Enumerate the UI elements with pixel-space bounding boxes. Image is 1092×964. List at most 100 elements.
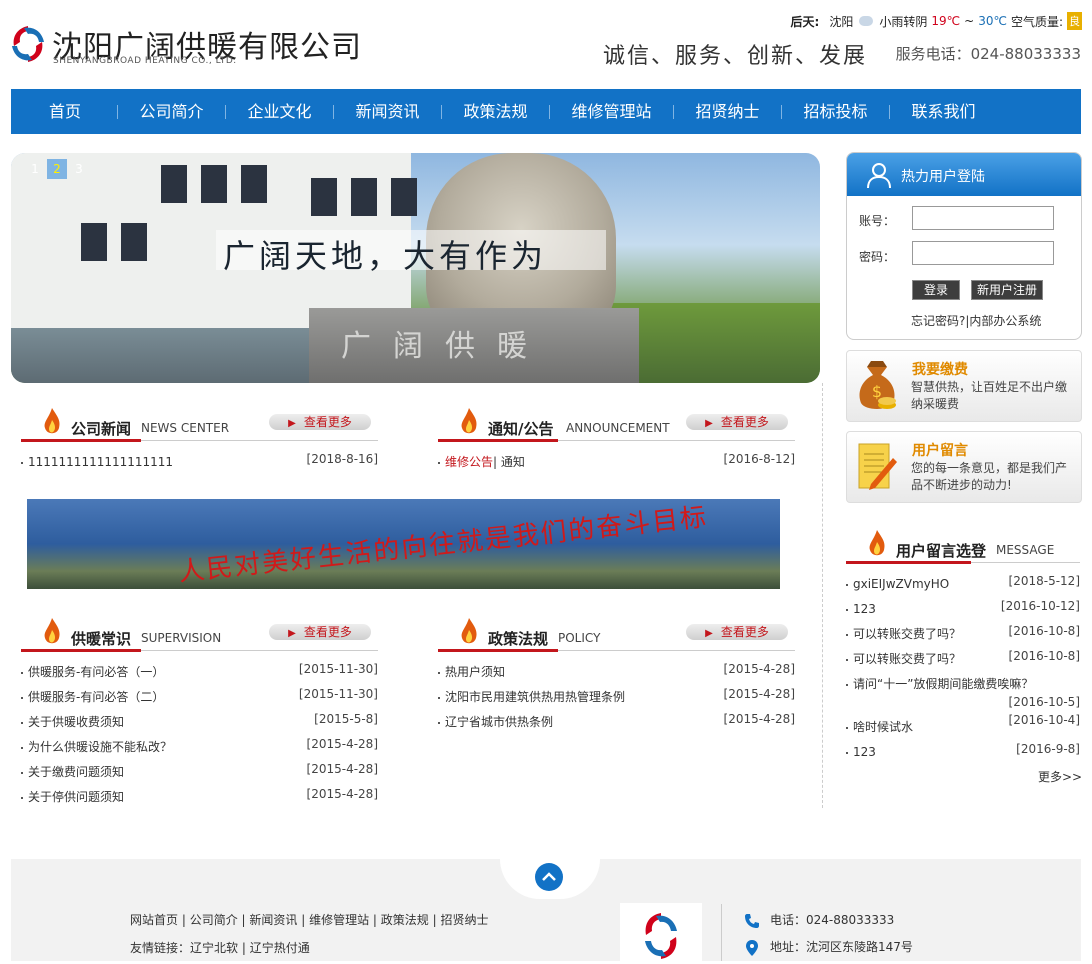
list-item[interactable]: 123 [2016-9-8] <box>846 740 1080 765</box>
list-item[interactable]: 1111111111111111111 [2018-8-16] <box>21 450 378 475</box>
banner-pager: 1 2 3 <box>25 159 89 179</box>
list-item-text: 123 <box>853 745 876 759</box>
news-title-en: NEWS CENTER <box>141 421 230 435</box>
nav-item-policy[interactable]: 政策法规 <box>442 89 549 134</box>
banner-page-2[interactable]: 2 <box>47 159 67 179</box>
notice-tag[interactable]: 维修公告 <box>445 455 493 469</box>
office-system-link[interactable]: 内部办公系统 <box>969 314 1041 328</box>
news-more-label: 查看更多 <box>303 415 352 429</box>
list-item-text: 沈阳市民用建筑供热用热管理条例 <box>445 690 626 704</box>
messages-section-header: 用户留言选登 MESSAGE <box>846 530 1080 570</box>
bullet-icon <box>438 461 440 464</box>
supervision-more-button[interactable]: ▶ 查看更多 <box>269 624 371 640</box>
list-item-text: 辽宁省城市供热条例 <box>445 715 554 729</box>
list-item-text: 啥时候试水 <box>853 720 914 734</box>
bullet-icon <box>21 771 23 774</box>
list-item-date: [2015-4-28] <box>306 762 378 776</box>
list-item-date: [2015-4-28] <box>723 687 795 701</box>
bullet-icon <box>846 683 848 686</box>
footer-link-news[interactable]: 新闻资讯 <box>249 913 297 927</box>
promo-strip-text: 人民对美好生活的向往就是我们的奋斗目标 <box>177 502 710 588</box>
banner-page-1[interactable]: 1 <box>25 159 45 179</box>
flame-icon <box>44 408 60 434</box>
list-item-text: 通知 <box>500 455 525 469</box>
list-item-text: 1111111111111111111 <box>28 455 174 469</box>
login-button[interactable]: 登录 <box>912 280 960 300</box>
policy-more-button[interactable]: ▶ 查看更多 <box>686 624 788 640</box>
list-item[interactable]: 关于停供问题须知 [2015-4-28] <box>21 785 378 810</box>
bullet-icon <box>21 721 23 724</box>
flame-icon <box>461 618 477 644</box>
friend-links-label: 友情链接： <box>130 941 191 955</box>
forgot-password-link[interactable]: 忘记密码? <box>911 314 965 328</box>
supervision-section-header: 供暖常识 SUPERVISION ▶ 查看更多 <box>21 618 378 658</box>
list-item-text: 为什么供暖设施不能私改？ <box>28 740 173 754</box>
footer-link-careers[interactable]: 招贤纳士 <box>440 913 488 927</box>
news-section-header: 公司新闻 NEWS CENTER ▶ 查看更多 <box>21 408 378 448</box>
news-more-button[interactable]: ▶ 查看更多 <box>269 414 371 430</box>
nav-item-home[interactable]: 首页 <box>13 89 117 134</box>
footer-link-policy[interactable]: 政策法规 <box>381 913 429 927</box>
list-item-date: [2016-10-8] <box>1008 649 1080 663</box>
bullet-icon <box>846 658 848 661</box>
bullet-icon <box>846 583 848 586</box>
login-links: 忘记密码?|内部办公系统 <box>911 312 1041 329</box>
nav-item-repair-stations[interactable]: 维修管理站 <box>550 89 673 134</box>
nav-item-culture[interactable]: 企业文化 <box>226 89 333 134</box>
register-button[interactable]: 新用户注册 <box>971 280 1043 300</box>
company-logo-icon[interactable] <box>10 24 46 64</box>
bullet-icon <box>846 633 848 636</box>
chevron-up-icon[interactable] <box>535 863 563 891</box>
section-underline <box>21 649 141 652</box>
company-slogan: 诚信、服务、创新、发展 <box>603 44 868 69</box>
list-item[interactable]: 辽宁省城市供热条例 [2015-4-28] <box>438 710 795 735</box>
bullet-icon <box>438 721 440 724</box>
list-item-date: [2015-5-8] <box>314 712 378 726</box>
footer-link-about[interactable]: 公司简介 <box>190 913 238 927</box>
bullet-icon <box>21 671 23 674</box>
friend-link-beiruan[interactable]: 辽宁北软 <box>190 941 238 955</box>
feedback-card[interactable]: 用户留言 您的每一条意见，都是我们产品不断进步的动力! <box>846 431 1082 503</box>
weather-high: 19℃ <box>931 14 961 28</box>
list-item-text: 热用户须知 <box>445 665 506 679</box>
weather-condition: 小雨转阴 <box>879 14 928 29</box>
footer-logo <box>620 903 702 961</box>
air-quality-label: 空气质量: <box>1010 14 1063 29</box>
footer-link-home[interactable]: 网站首页 <box>130 913 178 927</box>
svg-text:$: $ <box>872 382 882 401</box>
arrow-right-icon: ▶ <box>288 418 296 429</box>
arrow-right-icon: ▶ <box>705 628 713 639</box>
list-item-date: [2018-8-16] <box>306 452 378 466</box>
list-item-date: [2015-4-28] <box>306 737 378 751</box>
account-input[interactable] <box>912 206 1054 230</box>
pay-card[interactable]: $ 我要缴费 智慧供热，让百姓足不出户缴纳采暖费 <box>846 350 1082 422</box>
footer-link-repair[interactable]: 维修管理站 <box>309 913 369 927</box>
password-input[interactable] <box>912 241 1054 265</box>
messages-title-en: MESSAGE <box>996 543 1055 557</box>
list-item-date: [2016-10-12] <box>1000 599 1080 613</box>
friend-link-refutong[interactable]: 辽宁热付通 <box>250 941 310 955</box>
weather-day: 后天: <box>790 14 820 29</box>
list-item-date: [2016-10-4] <box>1008 713 1080 727</box>
section-underline <box>438 439 558 442</box>
list-item[interactable]: 维修公告| 通知 [2016-8-12] <box>438 450 795 475</box>
list-item-date: [2015-4-28] <box>306 787 378 801</box>
friend-links: 友情链接：辽宁北软 | 辽宁热付通 <box>130 941 310 955</box>
footer-phone-text: 电话：024-88033333 <box>770 913 895 927</box>
nav-item-about[interactable]: 公司简介 <box>118 89 225 134</box>
banner-page-3[interactable]: 3 <box>69 159 89 179</box>
supervision-title: 供暖常识 <box>71 630 132 648</box>
promo-strip-image[interactable]: 人民对美好生活的向往就是我们的奋斗目标 <box>27 499 780 589</box>
nav-item-news[interactable]: 新闻资讯 <box>334 89 441 134</box>
hero-banner[interactable]: 广阔供暖 广阔天地，大有作为 1 2 3 <box>11 153 820 383</box>
list-item[interactable]: 可以转账交费了吗？ [2016-10-8] <box>846 647 1080 672</box>
pay-text: 智慧供热，让百姓足不出户缴纳采暖费 <box>911 380 1068 411</box>
login-panel: 热力用户登陆 账号： 密码： 登录 新用户注册 忘记密码?|内部办公系统 <box>846 152 1082 340</box>
notice-more-button[interactable]: ▶ 查看更多 <box>686 414 788 430</box>
nav-item-careers[interactable]: 招贤纳士 <box>674 89 781 134</box>
nav-item-contact[interactable]: 联系我们 <box>890 89 997 134</box>
nav-item-bidding[interactable]: 招标投标 <box>782 89 889 134</box>
password-label: 密码： <box>859 250 896 264</box>
messages-more-link[interactable]: 更多>> <box>1038 768 1082 785</box>
login-title: 热力用户登陆 <box>901 169 985 185</box>
